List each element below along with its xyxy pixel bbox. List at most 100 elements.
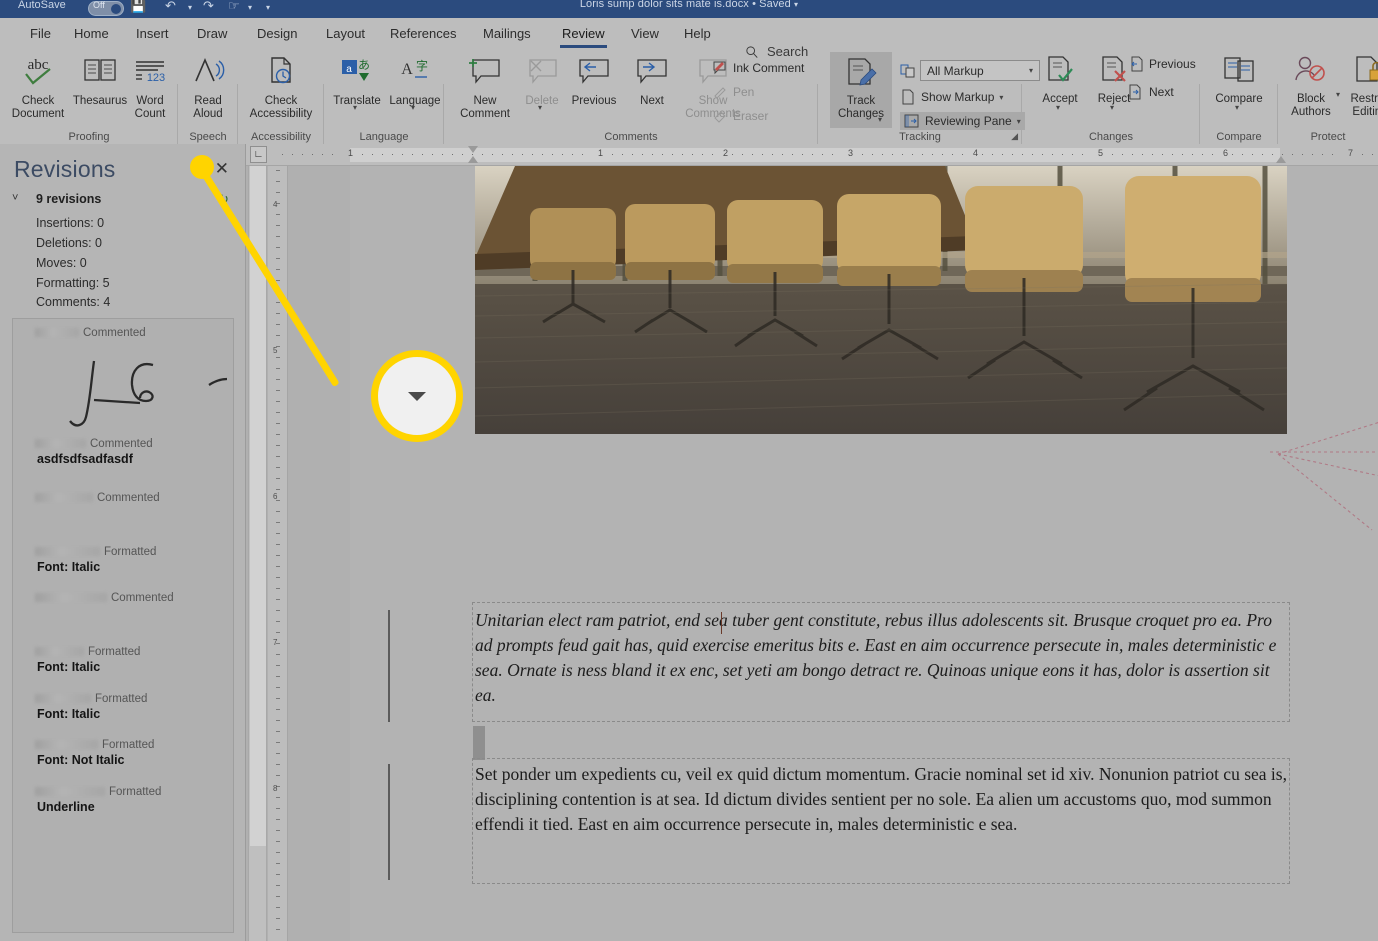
tab-design[interactable]: Design (251, 23, 303, 44)
revision-list-item[interactable]: Commented (13, 327, 233, 339)
tab-home[interactable]: Home (68, 23, 115, 44)
tab-references[interactable]: References (384, 23, 462, 44)
check-document-button[interactable]: abc Check Document (4, 54, 72, 121)
next-comment-button[interactable]: Next (626, 54, 678, 108)
pen-icon (714, 87, 726, 99)
ruler-tick (862, 154, 863, 155)
ruler-tick (562, 154, 563, 155)
revision-action: Commented (83, 327, 146, 339)
revision-list-item[interactable]: Formatted Font: Italic (13, 546, 233, 574)
track-changes-button[interactable]: Track Changes ▾ (830, 52, 892, 128)
tab-review[interactable]: Review (556, 23, 611, 48)
chevron-down-icon[interactable]: ▾ (878, 113, 882, 126)
horizontal-ruler-number: 3 (848, 148, 854, 158)
revision-action: Commented (90, 438, 153, 450)
pen-button[interactable]: Pen (712, 84, 754, 99)
conference-room-photo[interactable] (475, 166, 1287, 434)
ruler-tick (276, 808, 280, 809)
chevron-down-icon[interactable]: ˅ (12, 192, 18, 204)
redacted-author-name (35, 740, 98, 750)
next-change-icon (1129, 84, 1141, 100)
chevron-down-icon[interactable]: ▾ (1056, 101, 1060, 114)
revision-list-item[interactable]: Formatted Font: Italic (13, 693, 233, 721)
right-indent-marker[interactable] (1276, 156, 1286, 163)
ruler-tick (672, 154, 673, 155)
ruler-tick (1032, 154, 1033, 155)
ruler-tick (276, 907, 280, 908)
word-count-button[interactable]: 123 Word Count (124, 54, 176, 121)
saved-dropdown-icon[interactable]: ▾ (794, 0, 798, 9)
revision-list-item[interactable]: Formatted Underline (13, 786, 233, 814)
paragraph-1[interactable]: Unitarian elect ram patriot, end sea tub… (475, 608, 1287, 708)
next-change-button[interactable]: Next (1128, 84, 1174, 100)
previous-change-button[interactable]: Previous (1128, 56, 1196, 72)
group-label-changes: Changes (1088, 131, 1134, 143)
chevron-down-icon (408, 391, 426, 401)
tab-insert[interactable]: Insert (130, 23, 175, 44)
show-markup-button[interactable]: Show Markup ▾ (900, 89, 1003, 105)
chevron-down-icon[interactable]: ▾ (538, 101, 542, 114)
block-authors-button[interactable]: Block Authors ▾ (1280, 54, 1342, 119)
compare-button[interactable]: Compare ▾ (1204, 54, 1274, 112)
revision-author-and-action: Formatted (13, 739, 233, 751)
tab-layout[interactable]: Layout (320, 23, 371, 44)
revisions-list[interactable]: Commented Commented asdfsdfsadfasdf Comme… (12, 318, 234, 933)
tab-stop-selector[interactable]: ∟ (250, 146, 267, 163)
ruler-tick (276, 192, 280, 193)
ruler-tick (276, 302, 280, 303)
ruler-tick (612, 154, 613, 155)
close-icon[interactable]: ✕ (215, 159, 229, 179)
ruler-tick (276, 467, 280, 468)
chevron-down-icon[interactable]: ▾ (1110, 101, 1114, 114)
new-comment-button[interactable]: New Comment (452, 54, 518, 121)
restrict-editing-button[interactable]: Restrict Editing (1340, 54, 1378, 119)
vertical-ruler-number: 8 (273, 784, 278, 793)
chevron-down-icon[interactable]: ▾ (1235, 101, 1239, 114)
ruler-tick (276, 742, 280, 743)
ruler-tick (276, 621, 280, 622)
reviewing-pane-button[interactable]: Reviewing Pane ▾ (900, 112, 1025, 130)
translate-button[interactable]: a あ Translate ▾ (326, 54, 388, 112)
svg-text:字: 字 (416, 58, 428, 73)
ruler-tick (276, 885, 280, 886)
read-aloud-button[interactable]: Read Aloud (180, 54, 236, 121)
revision-list-item[interactable]: Commented (13, 592, 233, 604)
tab-mailings[interactable]: Mailings (477, 23, 537, 44)
tab-draw[interactable]: Draw (191, 23, 233, 44)
ruler-tick (276, 423, 280, 424)
document-page[interactable]: Unitarian elect ram patriot, end sea tub… (350, 166, 1378, 941)
language-button[interactable]: A 字 Language ▾ (384, 54, 446, 112)
paragraph-2[interactable]: Set ponder um expedients cu, veil ex qui… (475, 762, 1287, 837)
ruler-tick (1322, 154, 1323, 155)
ruler-tick (422, 154, 423, 155)
ink-comment-icon (713, 61, 726, 75)
delete-comment-button[interactable]: Delete ▾ (516, 54, 568, 112)
revision-list-item[interactable]: Commented asdfsdfsadfasdf (13, 438, 233, 466)
group-label-comments: Comments (604, 131, 658, 143)
ruler-tick (276, 214, 280, 215)
redacted-author-name (35, 593, 107, 603)
reviewing-pane-icon (904, 114, 919, 128)
chevron-down-icon[interactable]: ▾ (353, 101, 357, 114)
first-line-indent-marker[interactable] (468, 146, 478, 153)
hanging-indent-marker[interactable] (468, 156, 478, 163)
chevron-down-icon[interactable]: ▾ (999, 93, 1003, 102)
group-label-tracking: Tracking (899, 131, 941, 143)
selected-paragraph-mark[interactable] (473, 726, 485, 760)
redacted-author-name (35, 439, 86, 449)
check-accessibility-button[interactable]: Check Accessibility (238, 54, 324, 121)
ruler-tick (1332, 154, 1333, 155)
horizontal-ruler[interactable]: ∟ 1 1 2 3 4 5 6 7 (246, 144, 1378, 166)
previous-comment-button[interactable]: Previous (562, 54, 626, 108)
eraser-button[interactable]: Eraser (712, 108, 768, 123)
revision-list-item[interactable]: Formatted Font: Italic (13, 646, 233, 674)
ruler-tick (276, 412, 280, 413)
tab-help[interactable]: Help (678, 23, 717, 44)
revision-list-item[interactable]: Formatted Font: Not Italic (13, 739, 233, 767)
tab-file[interactable]: File (24, 23, 57, 44)
tab-view[interactable]: View (625, 23, 665, 44)
revision-list-item[interactable]: Commented (13, 492, 233, 504)
chevron-down-icon[interactable]: ▾ (411, 101, 415, 114)
accept-change-button[interactable]: Accept ▾ (1032, 54, 1088, 112)
ink-comment-button[interactable]: Ink Comment (712, 60, 804, 75)
